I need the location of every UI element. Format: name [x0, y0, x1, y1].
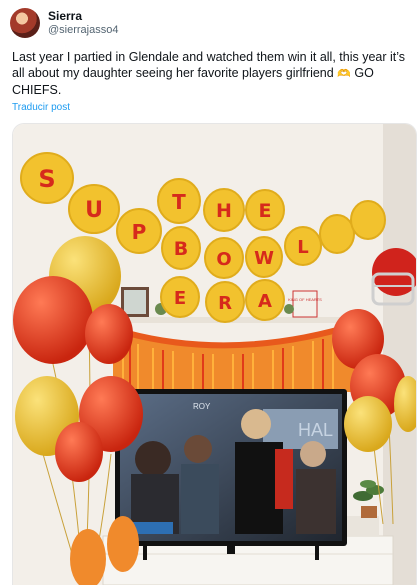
- plate-letter: S: [38, 165, 55, 193]
- heart-hands-icon: 🫶: [337, 68, 351, 80]
- plate-letter: O: [216, 249, 231, 270]
- plate-letter: R: [218, 293, 232, 314]
- tv-logo-text: ROY: [193, 402, 211, 411]
- plate-letter: U: [85, 198, 103, 223]
- author-handle[interactable]: @sierrajasso4: [48, 23, 118, 37]
- post-photo[interactable]: KING OF HEARTS HAL ROY S U P T H E B O W…: [12, 123, 417, 585]
- tv-banner-text: HAL: [298, 420, 333, 440]
- author-names: Sierra @sierrajasso4: [48, 9, 118, 37]
- plate-letter: T: [172, 190, 186, 214]
- plate-letter: E: [174, 288, 186, 309]
- translate-post-link[interactable]: Traducir post: [12, 102, 70, 113]
- plate-letter: H: [216, 200, 232, 222]
- tv: HAL ROY: [115, 389, 347, 560]
- post-text: Last year I partied in Glendale and watc…: [12, 49, 408, 98]
- display-name[interactable]: Sierra: [48, 9, 118, 23]
- plate-letter: E: [259, 200, 272, 222]
- plate-letter: L: [297, 237, 308, 258]
- avatar[interactable]: [10, 8, 40, 38]
- book: [292, 290, 318, 318]
- plate-letter: W: [254, 248, 274, 269]
- plate-letter: B: [174, 238, 188, 260]
- plate-letter: P: [132, 220, 147, 244]
- plate-banner-row4: E R A: [160, 276, 285, 323]
- post-header: Sierra @sierrajasso4: [10, 8, 118, 38]
- plate-letter: A: [258, 291, 272, 312]
- book-title: KING OF HEARTS: [288, 297, 322, 302]
